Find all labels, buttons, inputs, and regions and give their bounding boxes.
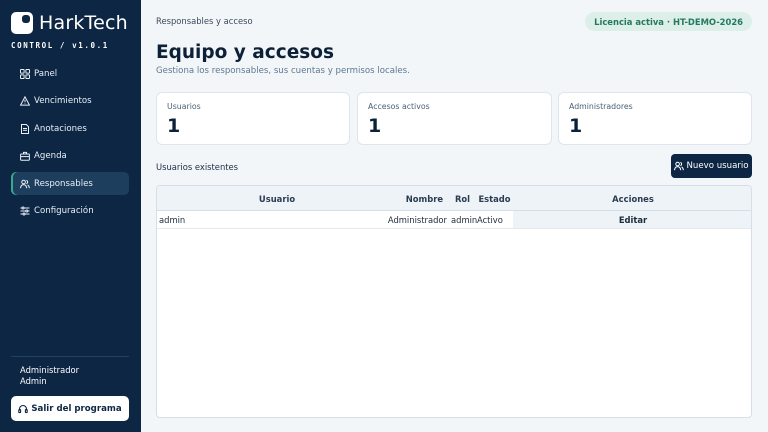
license-badge: Licencia activa · HT-DEMO-2026 [585,12,752,31]
sidebar-divider [11,356,129,357]
stats-row: Usuarios 1 Accesos activos 1 Administrad… [156,92,752,145]
logout-label: Salir del programa [31,403,122,414]
cell-rol: admin [451,214,478,225]
sidebar-nav: Panel Vencimientos Anotaciones Agenda Re… [11,62,129,227]
sidebar-item-label: Vencimientos [34,96,92,106]
current-user-name: Administrador [20,365,80,375]
stat-label: Usuarios [167,102,201,111]
stat-card-accesos: Accesos activos 1 [357,92,552,145]
stat-card-usuarios: Usuarios 1 [156,92,350,145]
logout-button[interactable]: Salir del programa [11,396,129,421]
cell-nombre: Administrador [387,214,447,225]
sidebar-item-label: Responsables [34,178,93,189]
stat-label: Administradores [569,102,633,111]
stat-value: 1 [569,115,583,137]
column-header-usuario: Usuario [258,193,296,204]
sidebar-item-label: Agenda [34,151,67,161]
section-title: Usuarios existentes [156,162,239,172]
sidebar-item-label: Panel [34,68,58,79]
stat-card-administradores: Administradores 1 [558,92,752,145]
sidebar-item-responsables[interactable]: Responsables [11,172,129,195]
brand-name: HarkTech [39,12,128,34]
stat-value: 1 [368,115,382,137]
table-header: Usuario Nombre Rol Estado Acciones [157,186,751,211]
sidebar-item-label: Anotaciones [34,123,87,134]
sidebar-item-agenda[interactable]: Agenda [11,145,129,168]
sidebar: HarkTech CONTROL / v1.0.1 Panel Vencimie… [0,0,141,432]
stat-label: Accesos activos [368,102,430,111]
sidebar-item-vencimientos[interactable]: Vencimientos [11,90,129,113]
cell-estado: Activo [477,214,503,225]
users-table: Usuario Nombre Rol Estado Acciones admin… [156,185,752,418]
brand: HarkTech [11,12,128,34]
column-header-acciones: Acciones [612,193,654,204]
document-icon [20,123,30,134]
column-header-rol: Rol [454,193,471,204]
page-subtitle: Gestiona los responsables, sus cuentas y… [156,66,410,76]
grid-icon [20,68,30,79]
sidebar-item-anotaciones[interactable]: Anotaciones [11,117,129,140]
brand-version: CONTROL / v1.0.1 [11,41,109,50]
new-user-label: Nuevo usuario [686,161,749,171]
users-icon [20,179,30,189]
column-header-estado: Estado [478,193,511,204]
stat-value: 1 [167,115,181,137]
current-user-role: Admin [20,376,47,386]
warning-icon [20,96,30,106]
edit-button[interactable]: Editar [513,211,751,228]
current-user: Administrador Admin [20,365,79,387]
sidebar-item-panel[interactable]: Panel [11,62,129,85]
column-header-nombre: Nombre [405,193,443,204]
headset-icon [18,404,29,413]
page-title: Equipo y accesos [156,42,334,63]
sliders-icon [20,206,30,216]
sidebar-item-configuracion[interactable]: Configuración [11,200,129,223]
table-row: admin Administrador admin Activo Editar [157,211,751,229]
new-user-button[interactable]: Nuevo usuario [671,154,752,178]
harktech-logo-icon [11,12,33,34]
breadcrumb: Responsables y acceso [156,16,253,26]
sidebar-item-label: Configuración [34,206,94,216]
briefcase-icon [20,151,30,161]
cell-usuario: admin [159,214,186,225]
users-icon [674,161,685,171]
